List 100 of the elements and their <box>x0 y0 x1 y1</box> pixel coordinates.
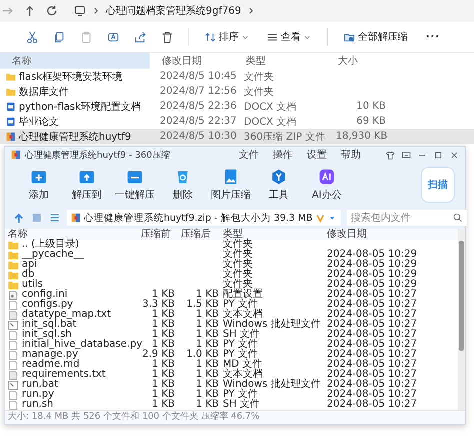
archive-icon <box>71 213 81 223</box>
type-text: 文件夹 <box>243 86 275 98</box>
refresh-icon[interactable] <box>46 5 58 17</box>
file-name: 毕业论文 <box>19 116 59 128</box>
type-text: MD 文件 <box>222 360 264 370</box>
maximize-icon[interactable] <box>434 150 443 160</box>
thumbnail-view-icon[interactable] <box>31 212 43 224</box>
menu-item[interactable]: 帮助 <box>341 148 361 162</box>
file-name: datatype_map.txt <box>22 310 112 320</box>
list-view-icon[interactable] <box>49 212 61 224</box>
ai-icon <box>319 168 335 184</box>
file-icon <box>8 340 19 350</box>
size-text: 1 KB <box>152 379 175 390</box>
file-name: flask框架环境安装环境 <box>19 70 122 84</box>
column-header[interactable]: 类型 <box>219 230 327 240</box>
more-button[interactable]: ··· <box>424 30 442 44</box>
file-name: configs.py <box>22 300 74 310</box>
type-text: 文本文档 <box>222 310 263 320</box>
path-field[interactable]: 心理健康管理系统huytf9.zip - 解包大小为 39.3 MB <box>67 210 341 226</box>
file-name: db <box>22 270 35 280</box>
folder-icon <box>344 32 355 42</box>
size-text: 1 KB <box>196 369 219 380</box>
file-name: 数据库文件 <box>19 86 69 98</box>
date-text: 2024-08-05 10:27 <box>327 319 418 330</box>
close-icon[interactable] <box>450 150 459 160</box>
size-text: 1 KB <box>152 399 175 410</box>
column-header[interactable]: 压缩前 <box>135 230 175 240</box>
toolbar-button[interactable]: 图片压缩 <box>211 168 251 202</box>
search-icon[interactable] <box>452 213 463 223</box>
column-header[interactable]: 修改日期 <box>327 230 419 240</box>
up-arrow-icon[interactable] <box>13 212 25 224</box>
toolbar-button[interactable]: 解压到 <box>67 168 107 202</box>
scrollbar[interactable] <box>458 229 465 410</box>
date-text: 2024-08-05 10:27 <box>327 399 418 410</box>
image-icon <box>223 168 239 184</box>
date-text: 2024-08-05 10:27 <box>327 379 418 390</box>
file-name: utils <box>22 280 44 290</box>
type-text: DOCX 文档 <box>243 100 298 114</box>
chevron-icon <box>247 7 256 15</box>
size-text: 1 KB <box>152 319 175 330</box>
file-row[interactable]: 数据库文件 2024/8/7 12:56 文件夹 <box>0 84 474 99</box>
file-row[interactable]: 心理健康管理系统huytf9 2024/8/5 10:30 360压缩 ZIP 文件 18,930 KB <box>0 129 474 144</box>
size-text: 1 KB <box>196 379 219 390</box>
up-arrow-icon[interactable] <box>24 5 36 17</box>
column-header[interactable]: 类型 <box>234 53 326 69</box>
toolbar-button[interactable]: 删除 <box>163 168 203 202</box>
column-header[interactable]: 修改日期 <box>150 53 234 69</box>
file-name: python-flask环境配置文档 <box>19 100 142 114</box>
folder-icon <box>8 280 19 290</box>
file-row[interactable]: flask框架环境安装环境 2024/8/5 10:45 文件夹 <box>0 69 474 84</box>
trash-icon[interactable] <box>161 30 174 44</box>
toolbar-button[interactable]: 添加 <box>19 168 59 202</box>
column-header[interactable]: 名称 <box>0 53 150 69</box>
sort-button[interactable]: 排序 <box>203 28 251 46</box>
folder-icon <box>8 250 19 260</box>
minus-folder-icon <box>127 168 143 184</box>
date-text: 2024-08-05 10:27 <box>327 329 418 340</box>
size-text: 1 KB <box>152 339 175 350</box>
size-text: 1 KB <box>152 389 175 400</box>
screen-icon[interactable] <box>402 150 411 160</box>
size-text: 1 KB <box>196 309 219 320</box>
column-header[interactable]: 大小 <box>326 53 392 69</box>
type-text: PY 文件 <box>222 350 258 360</box>
copy-icon[interactable] <box>53 30 66 44</box>
search-field[interactable]: 搜索包内文件 <box>346 210 467 226</box>
column-header[interactable]: 压缩后 <box>175 230 219 240</box>
caret-icon <box>304 34 311 40</box>
size-text: 18,930 KB <box>336 131 388 142</box>
folder-icon <box>8 260 19 270</box>
upload-folder-icon <box>79 168 95 184</box>
bin-icon <box>175 168 191 184</box>
date-text: 2024-08-05 10:27 <box>327 339 418 350</box>
extract-all-button[interactable]: 全部解压缩 <box>342 28 410 46</box>
archive-icon <box>11 150 21 160</box>
date-text: 2024-08-05 10:29 <box>327 279 418 290</box>
scissors-icon[interactable] <box>26 30 39 44</box>
menu-item[interactable]: 设置 <box>307 148 327 162</box>
date-text: 2024-08-05 10:27 <box>327 389 418 400</box>
type-text: 文件夹 <box>222 260 254 270</box>
size-text: 1 KB <box>196 359 219 370</box>
view-button[interactable]: 查看 <box>265 28 313 46</box>
type-text: PY 文件 <box>222 390 258 400</box>
type-text: Windows 批处理文件 <box>222 320 322 330</box>
monitor-icon <box>74 5 86 17</box>
menu-item[interactable]: 文件 <box>239 148 259 162</box>
shirt-icon[interactable] <box>386 150 395 160</box>
scan-button[interactable]: 扫描 <box>421 167 455 203</box>
type-text: 文件夹 <box>222 280 253 290</box>
rename-icon[interactable] <box>107 30 120 44</box>
scrollbar-thumb[interactable] <box>459 241 464 351</box>
column-header[interactable]: 名称 <box>5 230 135 240</box>
toolbar-button[interactable]: 工具 <box>259 168 299 202</box>
share-icon[interactable] <box>134 30 147 44</box>
type-text: DOCX 文档 <box>243 116 298 128</box>
caret-icon <box>242 34 249 40</box>
toolbar-button[interactable]: AI办公 <box>307 168 347 202</box>
file-row[interactable]: python-flask环境配置文档 2024/8/5 22:36 DOCX 文档 10 KB <box>0 99 474 114</box>
file-row[interactable]: 毕业论文 2024/8/5 22:37 DOCX 文档 69 KB <box>0 114 474 129</box>
toolbar-button[interactable]: 一键解压 <box>115 168 155 202</box>
menu-item[interactable]: 操作 <box>273 148 293 162</box>
